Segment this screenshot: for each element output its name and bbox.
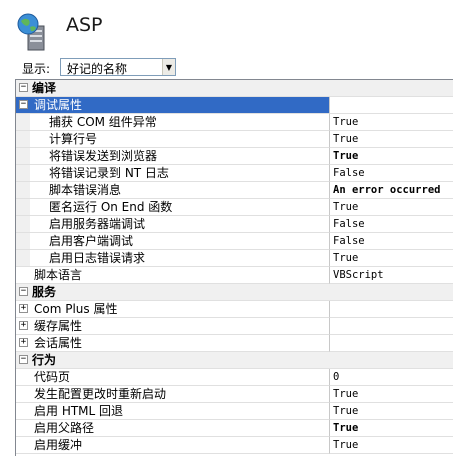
property-name: 计算行号 [49, 132, 98, 146]
property-value[interactable]: True [333, 250, 453, 267]
display-filter: 显示: 好记的名称 ▼ [0, 58, 453, 78]
property-value[interactable]: False [333, 165, 453, 182]
property-value[interactable]: True [333, 386, 453, 403]
property-name: 脚本错误消息 [49, 183, 122, 197]
collapse-icon[interactable]: − [19, 287, 28, 296]
property-row[interactable]: 启用服务器端调试 False [16, 216, 453, 233]
property-name: 将错误发送到浏览器 [49, 149, 158, 163]
property-value[interactable]: False [333, 216, 453, 233]
category-label: 编译 [32, 81, 57, 95]
property-value[interactable]: True [333, 131, 453, 148]
expand-icon[interactable]: + [19, 321, 28, 330]
property-row-script-language[interactable]: 脚本语言 VBScript [16, 267, 453, 284]
category-row-behavior[interactable]: − 行为 [16, 352, 453, 369]
property-name: 缓存属性 [34, 319, 83, 333]
display-select[interactable]: 好记的名称 ▼ [60, 58, 176, 76]
property-row[interactable]: 代码页 0 [16, 369, 453, 386]
server-globe-icon [17, 13, 45, 51]
page-header: ASP [0, 0, 453, 58]
property-row[interactable]: 计算行号 True [16, 131, 453, 148]
property-value[interactable]: True [333, 403, 453, 420]
property-row[interactable]: 启用缓冲 True [16, 437, 453, 454]
property-grid: − 编译 − 调试属性 捕获 COM 组件异常 True 计算行号 True 将… [15, 79, 453, 456]
property-value[interactable]: VBScript [333, 267, 453, 284]
property-name: 启用客户端调试 [49, 234, 134, 248]
property-name: 启用服务器端调试 [49, 217, 146, 231]
property-value[interactable]: True [333, 420, 453, 437]
property-value[interactable]: True [333, 437, 453, 454]
expand-icon[interactable]: + [19, 304, 28, 313]
category-label: 服务 [32, 285, 57, 299]
property-row[interactable]: 匿名运行 On End 函数 True [16, 199, 453, 216]
property-name: 启用日志错误请求 [49, 251, 146, 265]
property-value[interactable]: 0 [333, 369, 453, 386]
property-value[interactable]: An error occurred [333, 182, 453, 199]
display-label: 显示: [22, 62, 51, 76]
property-name: 启用缓冲 [34, 438, 83, 452]
property-name: 匿名运行 On End 函数 [49, 200, 173, 214]
expand-icon[interactable]: + [19, 338, 28, 347]
property-row[interactable]: 启用日志错误请求 True [16, 250, 453, 267]
property-name: 将错误记录到 NT 日志 [49, 166, 169, 180]
property-row-com-plus[interactable]: + Com Plus 属性 [16, 301, 453, 318]
property-row-session[interactable]: + 会话属性 [16, 335, 453, 352]
property-name: 代码页 [34, 370, 71, 384]
property-row[interactable]: 启用父路径 True [16, 420, 453, 437]
property-row[interactable]: 启用 HTML 回退 True [16, 403, 453, 420]
property-value[interactable]: True [333, 199, 453, 216]
category-label: 行为 [32, 353, 57, 367]
property-row[interactable]: 将错误记录到 NT 日志 False [16, 165, 453, 182]
category-row-services[interactable]: − 服务 [16, 284, 453, 301]
property-name: 启用父路径 [34, 421, 95, 435]
property-name: Com Plus 属性 [34, 302, 118, 316]
property-name: 会话属性 [34, 336, 83, 350]
property-row[interactable]: 发生配置更改时重新启动 True [16, 386, 453, 403]
property-row-debug-group[interactable]: − 调试属性 [16, 97, 453, 114]
property-value[interactable]: False [333, 233, 453, 250]
collapse-icon[interactable]: − [19, 100, 28, 109]
property-row[interactable]: 捕获 COM 组件异常 True [16, 114, 453, 131]
property-name: 脚本语言 [34, 268, 83, 282]
property-row[interactable]: 脚本错误消息 An error occurred [16, 182, 453, 199]
property-row-cache[interactable]: + 缓存属性 [16, 318, 453, 335]
property-name: 发生配置更改时重新启动 [34, 387, 167, 401]
property-row[interactable]: 启用客户端调试 False [16, 233, 453, 250]
collapse-icon[interactable]: − [19, 83, 28, 92]
property-value[interactable]: True [333, 148, 453, 165]
page-title: ASP [66, 14, 103, 36]
chevron-down-icon[interactable]: ▼ [162, 59, 175, 75]
property-name: 启用 HTML 回退 [34, 404, 124, 418]
property-row[interactable]: 将错误发送到浏览器 True [16, 148, 453, 165]
property-name: 捕获 COM 组件异常 [49, 115, 157, 129]
display-select-value: 好记的名称 [67, 62, 128, 76]
category-row-compile[interactable]: − 编译 [16, 80, 453, 97]
property-name: 调试属性 [34, 98, 83, 112]
collapse-icon[interactable]: − [19, 355, 28, 364]
property-value[interactable]: True [333, 114, 453, 131]
